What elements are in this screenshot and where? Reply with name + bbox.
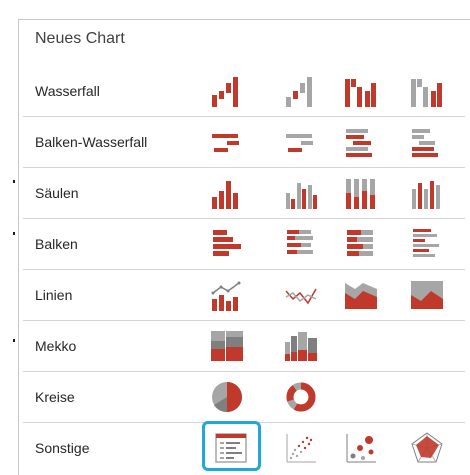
mekko-chart-icon[interactable] [209,328,245,364]
row-label: Sonstige [35,440,90,456]
row-label: Balken-Wasserfall [35,134,148,150]
stacked-bar-chart-icon[interactable] [343,226,379,262]
clustered-bar-chart-icon[interactable] [283,226,319,262]
stacked-area-chart-icon[interactable] [409,277,445,313]
chart-row-other: Sonstige [23,421,465,474]
chart-row-mekko: Mekko [23,321,465,372]
line-column-chart-icon[interactable] [209,277,245,313]
doughnut-chart-icon[interactable] [283,379,319,415]
row-label: Kreise [35,389,75,405]
bar-waterfall-icon[interactable] [209,124,245,160]
percent-column-chart-icon[interactable] [409,175,445,211]
row-label: Wasserfall [35,83,100,99]
table-chart-icon[interactable] [213,430,249,466]
clustered-column-chart-icon[interactable] [283,175,319,211]
window-edge-mark [13,180,15,183]
new-chart-panel: Neues Chart Wasserfall Balken-Wasserfall [18,19,470,475]
chart-row-pies: Kreise [23,372,465,423]
row-label: Säulen [35,185,79,201]
chart-row-bars: Balken [23,219,465,270]
waterfall-bars-icon[interactable] [343,73,379,109]
window-edge-mark [13,232,15,235]
chart-row-columns: Säulen [23,168,465,219]
scatter-chart-icon[interactable] [283,430,319,466]
pie-chart-icon[interactable] [209,379,245,415]
radar-chart-icon[interactable] [409,430,445,466]
mekko-bar-chart-icon[interactable] [283,328,319,364]
row-label: Balken [35,236,78,252]
row-label: Mekko [35,338,77,354]
chart-row-lines: Linien [23,270,465,321]
stacked-column-chart-icon[interactable] [343,175,379,211]
panel-title: Neues Chart [35,30,125,47]
bubble-chart-icon[interactable] [343,430,379,466]
area-chart-icon[interactable] [343,277,379,313]
waterfall-light-icon[interactable] [283,73,319,109]
bar-waterfall-stacked-light-icon[interactable] [409,124,445,160]
percent-bar-chart-icon[interactable] [409,226,445,262]
waterfall-icon[interactable] [209,73,245,109]
line-chart-icon[interactable] [283,277,319,313]
chart-row-bar-waterfall: Balken-Wasserfall [23,117,465,168]
window-edge-mark [13,339,15,342]
bar-chart-icon[interactable] [209,226,245,262]
bar-waterfall-light-icon[interactable] [283,124,319,160]
waterfall-bars-light-icon[interactable] [409,73,445,109]
row-label: Linien [35,287,73,303]
chart-row-waterfall: Wasserfall [23,66,465,117]
column-chart-icon[interactable] [209,175,245,211]
bar-waterfall-stacked-icon[interactable] [343,124,379,160]
